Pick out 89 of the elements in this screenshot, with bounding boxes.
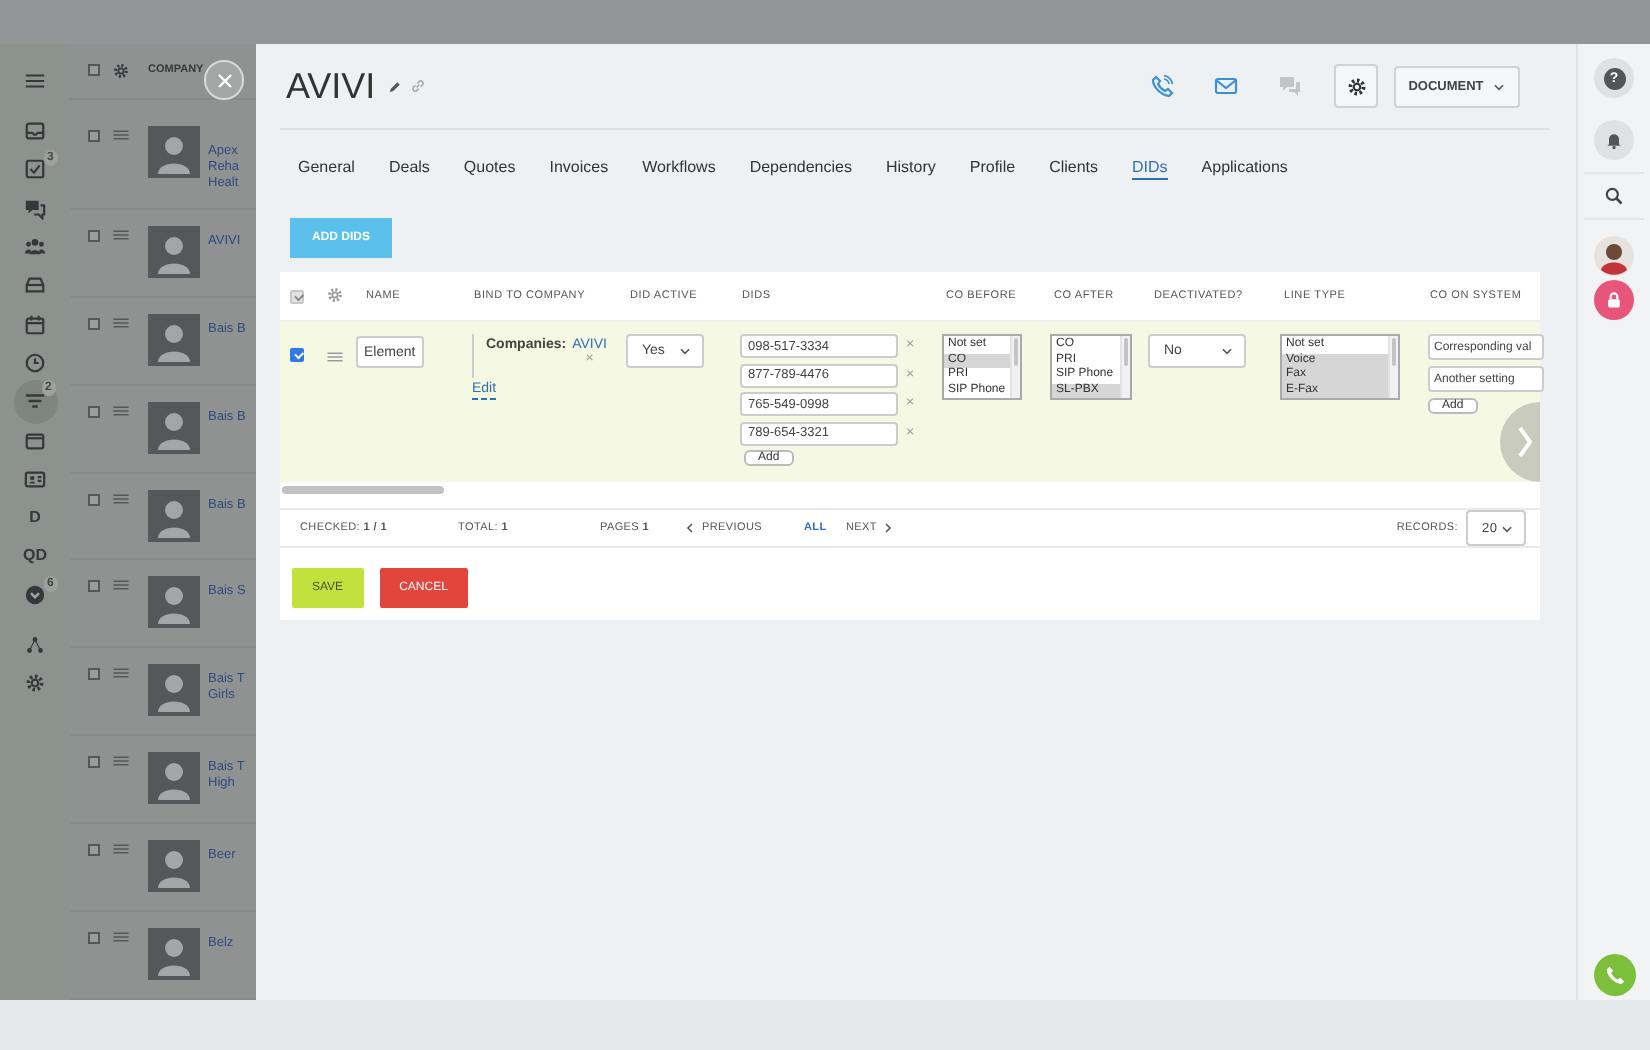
- avatar-icon: [148, 752, 200, 805]
- avatar-icon: [148, 840, 200, 893]
- drag-handle-icon: [112, 840, 130, 859]
- inbox-icon: [24, 120, 46, 143]
- link-icon[interactable]: [409, 78, 426, 94]
- drag-handle-icon: [112, 928, 130, 947]
- drag-handle-icon: [112, 752, 130, 771]
- gear-icon[interactable]: [326, 286, 344, 304]
- avatar-icon: [148, 928, 200, 981]
- filter-icon: [24, 390, 46, 413]
- drag-handle-icon: [112, 489, 130, 508]
- avatar-icon: [148, 489, 200, 542]
- mail-icon[interactable]: [1214, 74, 1238, 98]
- drag-handle-icon: [112, 125, 130, 144]
- record-title: AVIVI: [286, 65, 376, 107]
- drag-handle-icon: [112, 225, 130, 244]
- tab[interactable]: Workflows: [642, 153, 716, 179]
- bell-icon: [1604, 130, 1624, 150]
- drag-handle-icon: [112, 576, 130, 595]
- checkbox[interactable]: [88, 229, 100, 242]
- scrollbar[interactable]: [282, 486, 444, 494]
- phone-icon: [1603, 964, 1625, 986]
- chevron-down-icon: [1500, 521, 1514, 535]
- tab[interactable]: History: [885, 153, 936, 179]
- people-icon: [24, 236, 46, 259]
- scrollbar[interactable]: [1120, 336, 1130, 398]
- tray-icon: [24, 274, 46, 297]
- notifications-button[interactable]: [1594, 120, 1634, 160]
- tab[interactable]: Applications: [1201, 153, 1288, 179]
- search-icon[interactable]: [1604, 186, 1624, 206]
- sidebar-item[interactable]: QD: [15, 536, 55, 576]
- scrollbar[interactable]: [1388, 336, 1398, 398]
- checkbox[interactable]: [88, 405, 100, 418]
- close-icon: [215, 71, 233, 89]
- network-icon: [24, 634, 46, 657]
- avatar-icon: [148, 401, 200, 454]
- chevron-down-icon: [678, 344, 692, 358]
- tab[interactable]: General: [298, 153, 355, 179]
- tab[interactable]: Quotes: [463, 153, 516, 179]
- chevron-right-icon: [882, 522, 895, 534]
- checkbox[interactable]: [88, 756, 100, 769]
- tab[interactable]: Clients: [1049, 153, 1099, 179]
- chevron-left-icon: [684, 522, 696, 534]
- checkbox[interactable]: [88, 668, 100, 681]
- drag-handle-icon: [112, 313, 130, 332]
- contact-card-icon: [24, 467, 46, 490]
- clock-icon: [24, 351, 46, 374]
- scrollbar[interactable]: [1010, 336, 1020, 398]
- avatar-icon: [148, 225, 200, 278]
- checkbox-icon: [24, 158, 46, 181]
- gear-icon: [112, 61, 130, 80]
- tab[interactable]: DIDs: [1132, 153, 1168, 179]
- checkbox[interactable]: [88, 580, 100, 593]
- gear-icon: [1345, 75, 1367, 97]
- pencil-icon[interactable]: [387, 79, 402, 93]
- avatar-icon: [148, 313, 200, 366]
- chevron-down-icon: [24, 583, 46, 606]
- lock-icon: [1604, 290, 1624, 310]
- chevron-down-icon: [1491, 79, 1506, 93]
- chat-icon[interactable]: [1278, 74, 1302, 98]
- checkbox[interactable]: [88, 493, 100, 506]
- checkbox[interactable]: [88, 932, 100, 945]
- phone-icon[interactable]: [1150, 74, 1174, 98]
- avatar-icon: [148, 576, 200, 629]
- tab[interactable]: Dependencies: [749, 153, 852, 179]
- avatar-icon[interactable]: [1594, 236, 1634, 276]
- window-icon: [24, 429, 46, 452]
- avatar-icon: [148, 125, 200, 178]
- checkbox[interactable]: [290, 348, 304, 362]
- chevron-down-icon: [1220, 344, 1234, 358]
- tab[interactable]: Invoices: [549, 153, 609, 179]
- checkbox[interactable]: [88, 317, 100, 330]
- calendar-icon: [24, 313, 46, 336]
- checkbox[interactable]: [88, 844, 100, 857]
- drag-handle-icon: [112, 664, 130, 683]
- tab[interactable]: Profile: [969, 153, 1016, 179]
- lock-button[interactable]: [1594, 280, 1634, 320]
- menu-icon: [24, 69, 46, 91]
- call-button[interactable]: [1593, 954, 1635, 996]
- settings-button[interactable]: [1334, 64, 1378, 108]
- sidebar-item[interactable]: D: [15, 497, 55, 537]
- drag-handle-icon: [112, 401, 130, 420]
- tab[interactable]: Deals: [388, 153, 430, 179]
- avatar-icon: [148, 664, 200, 717]
- gear-icon: [24, 672, 46, 695]
- chat-icon: [24, 197, 46, 220]
- drag-handle-icon[interactable]: [326, 348, 344, 366]
- checkbox[interactable]: [88, 129, 100, 142]
- checkbox[interactable]: [88, 64, 100, 77]
